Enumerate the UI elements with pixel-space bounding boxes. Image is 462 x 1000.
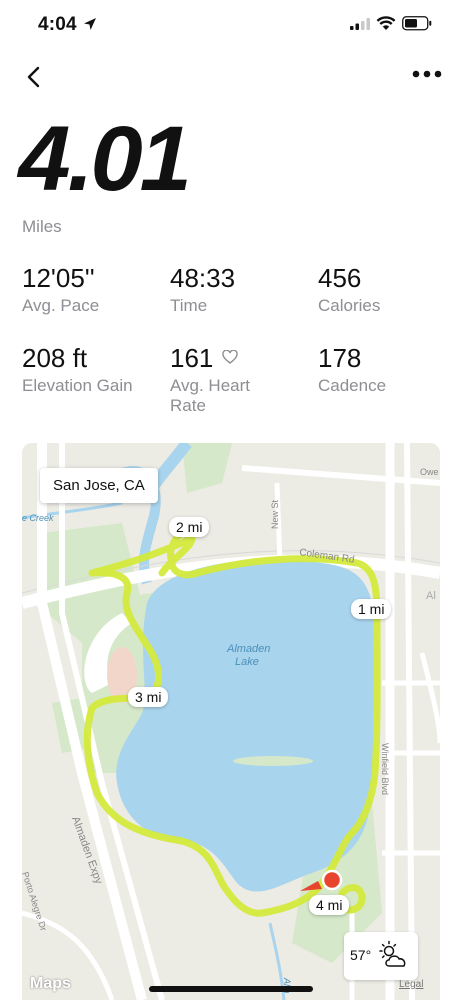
stat-calories: 456 Calories [318, 263, 458, 316]
mile-marker-2: 2 mi [169, 517, 210, 537]
stat-value: 178 [318, 343, 362, 373]
stat-elevation-gain: 208 ft Elevation Gain [22, 343, 142, 396]
status-bar: 4:04 [0, 0, 462, 50]
stat-label: Time [170, 296, 208, 316]
road-label-winfield: Winfield Blvd [380, 743, 390, 795]
stat-label: Elevation Gain [22, 376, 133, 396]
road-label-porto-alegre: Porto Alegre Dr [22, 871, 49, 933]
stat-time: 48:33 Time [170, 263, 310, 316]
stat-value: 161 [170, 343, 214, 373]
legal-link[interactable]: Legal [399, 979, 423, 990]
stat-value: 208 ft [22, 343, 88, 373]
stat-value: 12'05'' [22, 263, 95, 293]
cellular-signal-icon [350, 18, 370, 30]
road-label-al: Al [426, 590, 436, 602]
maps-brand: Maps [30, 975, 71, 993]
wifi-icon [376, 16, 396, 30]
stat-label: Calories [318, 296, 381, 316]
partly-cloudy-icon [379, 940, 406, 967]
mile-marker-3: 3 mi [128, 687, 169, 707]
maps-brand-label: Maps [30, 975, 71, 992]
back-button[interactable] [22, 62, 48, 92]
stat-label: Avg. Pace [22, 296, 100, 316]
heart-icon [222, 350, 239, 364]
distance-unit: Miles [22, 217, 62, 236]
stat-label: Cadence [318, 376, 387, 396]
road-label-owen: Owe [420, 467, 439, 477]
mile-marker-4: 4 mi [309, 895, 350, 915]
mile-marker-1: 1 mi [351, 599, 392, 619]
stat-avg-pace: 12'05'' Avg. Pace [22, 263, 162, 316]
route-map[interactable]: Almaden Lake Coleman Rd New St Winfield … [22, 443, 440, 1000]
lake-label-1: Almaden [226, 643, 270, 655]
stat-label: Avg. Heart Rate [170, 376, 251, 416]
stat-value: 48:33 [170, 263, 236, 293]
stat-heart-rate: 161 Avg. Heart Rate [170, 343, 290, 416]
weather-badge: 57° [344, 932, 418, 980]
more-options-button[interactable] [410, 64, 444, 84]
status-time: 4:04 [38, 14, 77, 35]
map-canvas: Almaden Lake Coleman Rd New St Winfield … [22, 443, 440, 1000]
road-label-new-st: New St [270, 499, 280, 529]
location-arrow-icon [84, 18, 96, 30]
lake-label-2: Lake [235, 656, 259, 668]
stat-cadence: 178 Cadence [318, 343, 458, 396]
distance-value: 4.01 [18, 108, 191, 210]
creek-label: e Creek [22, 513, 54, 523]
home-indicator[interactable] [149, 986, 313, 992]
stat-value: 456 [318, 263, 362, 293]
location-label: San Jose, CA [40, 468, 158, 503]
battery-icon [402, 16, 432, 31]
stat-value-row: 161 [170, 343, 290, 374]
weather-temp: 57° [350, 947, 372, 963]
